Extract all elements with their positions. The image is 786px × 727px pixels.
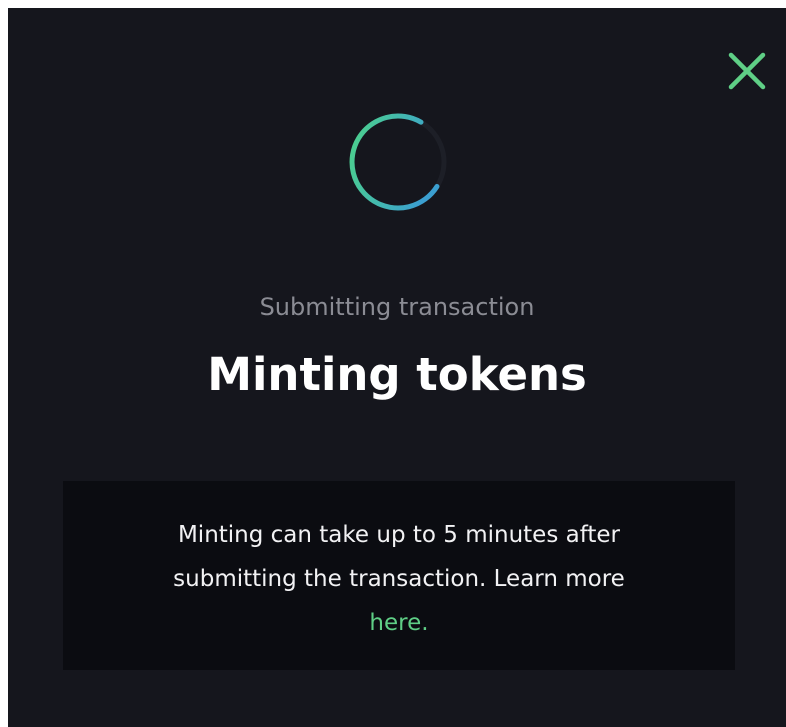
close-icon (728, 52, 766, 90)
minting-modal: Submitting transaction Minting tokens Mi… (8, 8, 786, 727)
close-button[interactable] (724, 48, 770, 94)
learn-more-link[interactable]: here. (369, 610, 428, 636)
loading-spinner (345, 109, 451, 215)
status-text: Submitting transaction (259, 293, 535, 321)
info-line-2: submitting the transaction. Learn more (173, 566, 625, 592)
info-box: Minting can take up to 5 minutes after s… (63, 481, 735, 670)
modal-title: Minting tokens (207, 348, 587, 401)
loading-spinner-icon (349, 113, 447, 211)
info-link-line: here. (63, 601, 735, 645)
info-line-1: Minting can take up to 5 minutes after (177, 522, 621, 548)
info-message: Minting can take up to 5 minutes after s… (63, 513, 735, 645)
